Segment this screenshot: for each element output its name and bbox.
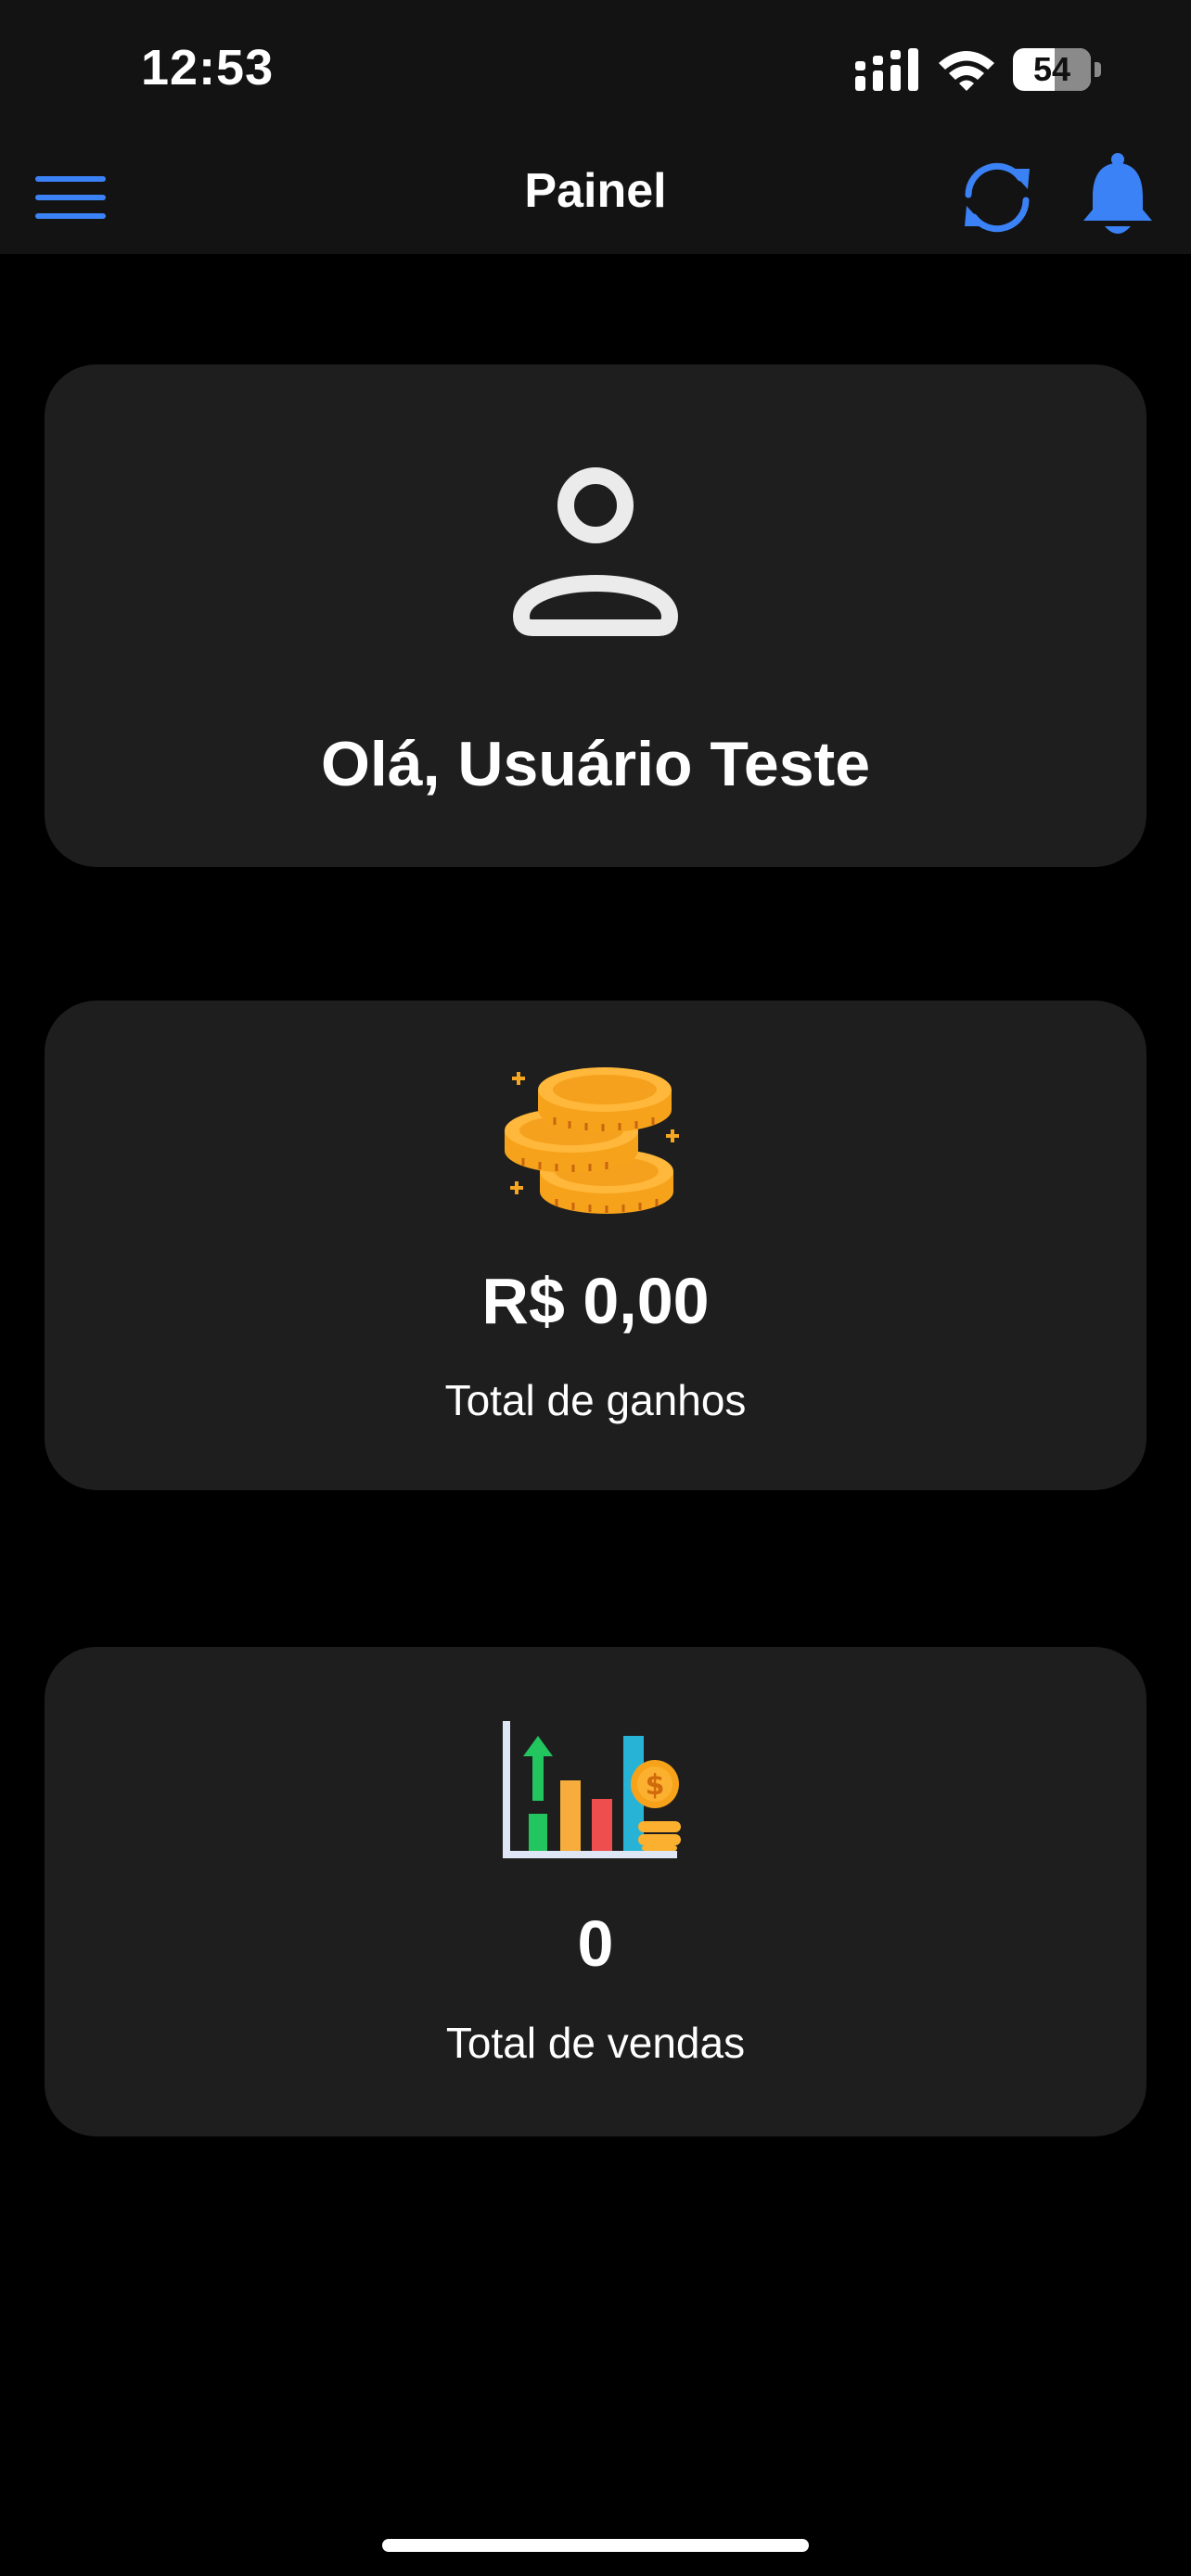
user-icon bbox=[513, 467, 678, 636]
sales-chart-icon: $ bbox=[503, 1721, 681, 1858]
wifi-icon bbox=[939, 51, 994, 91]
total-earnings-label: Total de ganhos bbox=[444, 1376, 747, 1424]
battery-tip bbox=[1095, 62, 1101, 77]
battery-body: 54 bbox=[1013, 48, 1091, 91]
home-indicator[interactable] bbox=[382, 2539, 809, 2552]
svg-text:$: $ bbox=[646, 1769, 665, 1802]
coins-icon bbox=[505, 1067, 679, 1214]
cellular-signal-icon bbox=[855, 48, 918, 91]
status-bar: 12:53 54 bbox=[0, 0, 1191, 139]
earnings-card: R$ 0,00 Total de ganhos bbox=[45, 1001, 1146, 1490]
app-header: Painel bbox=[0, 139, 1191, 254]
status-time: 12:53 bbox=[141, 40, 275, 96]
battery-indicator: 54 bbox=[1013, 48, 1102, 91]
total-sales-value: 0 bbox=[577, 1907, 614, 1980]
user-card: Olá, Usuário Teste bbox=[45, 364, 1146, 867]
sales-card: $ 0 Total de vendas bbox=[45, 1647, 1146, 2136]
total-sales-label: Total de vendas bbox=[445, 2019, 746, 2067]
total-earnings-value: R$ 0,00 bbox=[481, 1265, 710, 1337]
refresh-icon[interactable] bbox=[955, 156, 1039, 239]
user-greeting: Olá, Usuário Teste bbox=[320, 729, 871, 799]
battery-percentage: 54 bbox=[1032, 50, 1071, 88]
bell-icon[interactable] bbox=[1080, 152, 1156, 241]
